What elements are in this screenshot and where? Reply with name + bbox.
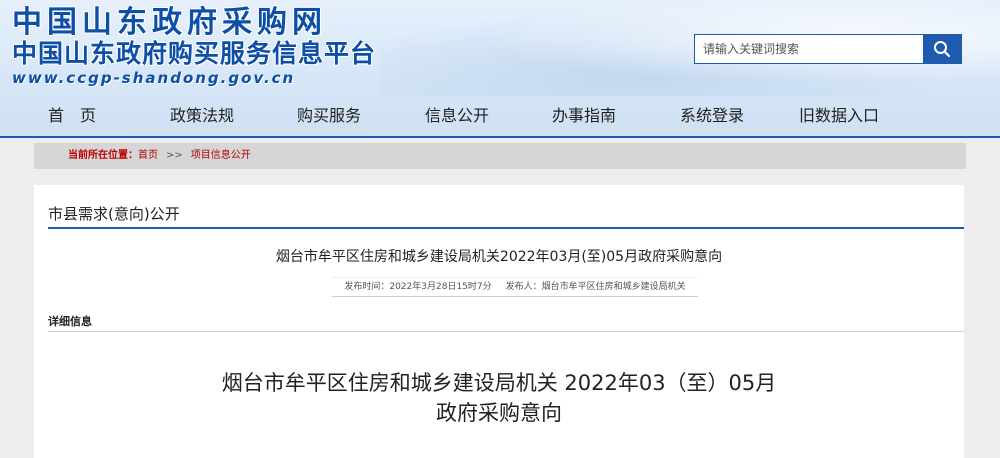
- search-box: [694, 34, 962, 64]
- document-title-line1: 烟台市牟平区住房和城乡建设局机关 2022年03（至）05月: [221, 371, 777, 395]
- site-logo[interactable]: 中国山东政府采购网 中国山东政府购买服务信息平台 www.ccgp-shando…: [12, 6, 412, 92]
- nav-divider: [0, 136, 1000, 138]
- detail-divider: [48, 331, 964, 332]
- breadcrumb-separator: >>: [166, 150, 183, 161]
- publish-time: 发布时间：2022年3月28日15时7分: [344, 282, 492, 292]
- logo-url: www.ccgp-shandong.gov.cn: [12, 69, 296, 87]
- logo-subtitle: 中国山东政府购买服务信息平台: [12, 39, 377, 68]
- breadcrumb: 当前所在位置：首页 >> 项目信息公开: [34, 143, 966, 169]
- main-nav: 首 页 政策法规 购买服务 信息公开 办事指南 系统登录 旧数据入口: [0, 96, 1000, 136]
- section-title: 市县需求(意向)公开: [48, 205, 180, 223]
- search-icon: [934, 41, 951, 58]
- nav-item-purchase-service[interactable]: 购买服务: [297, 96, 361, 136]
- content-panel: 市县需求(意向)公开 烟台市牟平区住房和城乡建设局机关2022年03月(至)05…: [34, 185, 964, 458]
- publisher: 发布人：烟台市牟平区住房和城乡建设局机关: [505, 282, 686, 292]
- nav-item-info-public[interactable]: 信息公开: [425, 96, 489, 136]
- breadcrumb-label: 当前所在位置：: [68, 150, 138, 161]
- logo-title: 中国山东政府采购网: [12, 5, 327, 40]
- breadcrumb-home-link[interactable]: 首页: [138, 150, 158, 161]
- nav-item-policy[interactable]: 政策法规: [170, 96, 234, 136]
- nav-item-old-data[interactable]: 旧数据入口: [799, 96, 879, 136]
- document-title-line2: 政府采购意向: [436, 401, 562, 425]
- breadcrumb-current-link[interactable]: 项目信息公开: [191, 150, 251, 161]
- search-button[interactable]: [923, 35, 961, 63]
- notice-meta: 发布时间：2022年3月28日15时7分 发布人：烟台市牟平区住房和城乡建设局机关: [332, 277, 698, 297]
- search-input[interactable]: [695, 35, 923, 63]
- nav-item-home[interactable]: 首 页: [48, 96, 96, 136]
- detail-label: 详细信息: [48, 315, 92, 328]
- notice-title: 烟台市牟平区住房和城乡建设局机关2022年03月(至)05月政府采购意向: [275, 249, 723, 265]
- nav-item-guide[interactable]: 办事指南: [552, 96, 616, 136]
- document-title: 烟台市牟平区住房和城乡建设局机关 2022年03（至）05月 政府采购意向: [34, 368, 964, 428]
- section-divider: [48, 227, 964, 229]
- nav-item-login[interactable]: 系统登录: [680, 96, 744, 136]
